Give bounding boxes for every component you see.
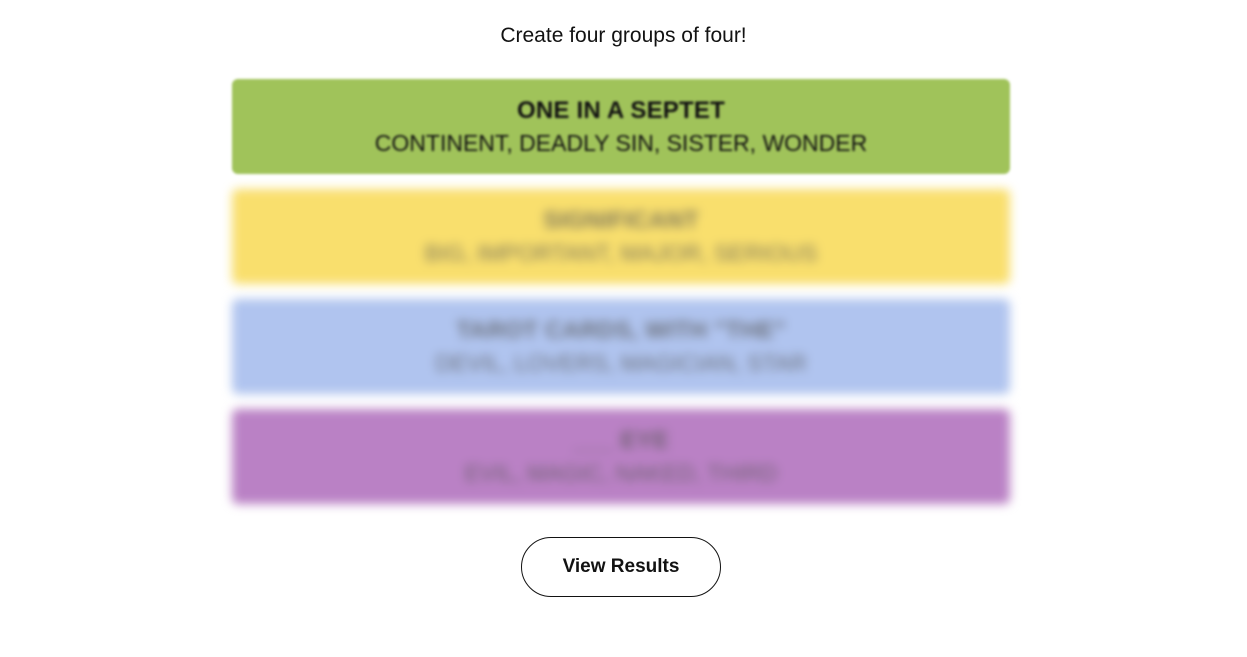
group-1-members: CONTINENT, DEADLY SIN, SISTER, WONDER — [374, 129, 868, 156]
group-4-title: ___ EYE — [572, 426, 670, 454]
group-1-card: ONE IN A SEPTET CONTINENT, DEADLY SIN, S… — [232, 79, 1010, 174]
group-2-members: BIG, IMPORTANT, MAJOR, SERIOUS — [424, 239, 818, 266]
group-3-card: TAROT CARDS, WITH "THE" DEVIL, LOVERS, M… — [232, 299, 1010, 394]
group-2-title: SIGNIFICANT — [543, 206, 699, 234]
group-1-title: ONE IN A SEPTET — [517, 96, 725, 124]
group-4-card: ___ EYE EVIL, MAGIC, NAKED, THIRD — [232, 409, 1010, 504]
group-3-members: DEVIL, LOVERS, MAGICIAN, STAR — [435, 349, 807, 376]
group-3-title: TAROT CARDS, WITH "THE" — [456, 316, 786, 344]
instructions-text: Create four groups of four! — [500, 24, 747, 47]
group-4-members: EVIL, MAGIC, NAKED, THIRD — [464, 459, 778, 486]
solved-groups: ONE IN A SEPTET CONTINENT, DEADLY SIN, S… — [232, 79, 1010, 519]
view-results-button[interactable]: View Results — [521, 537, 721, 597]
group-2-card: SIGNIFICANT BIG, IMPORTANT, MAJOR, SERIO… — [232, 189, 1010, 284]
